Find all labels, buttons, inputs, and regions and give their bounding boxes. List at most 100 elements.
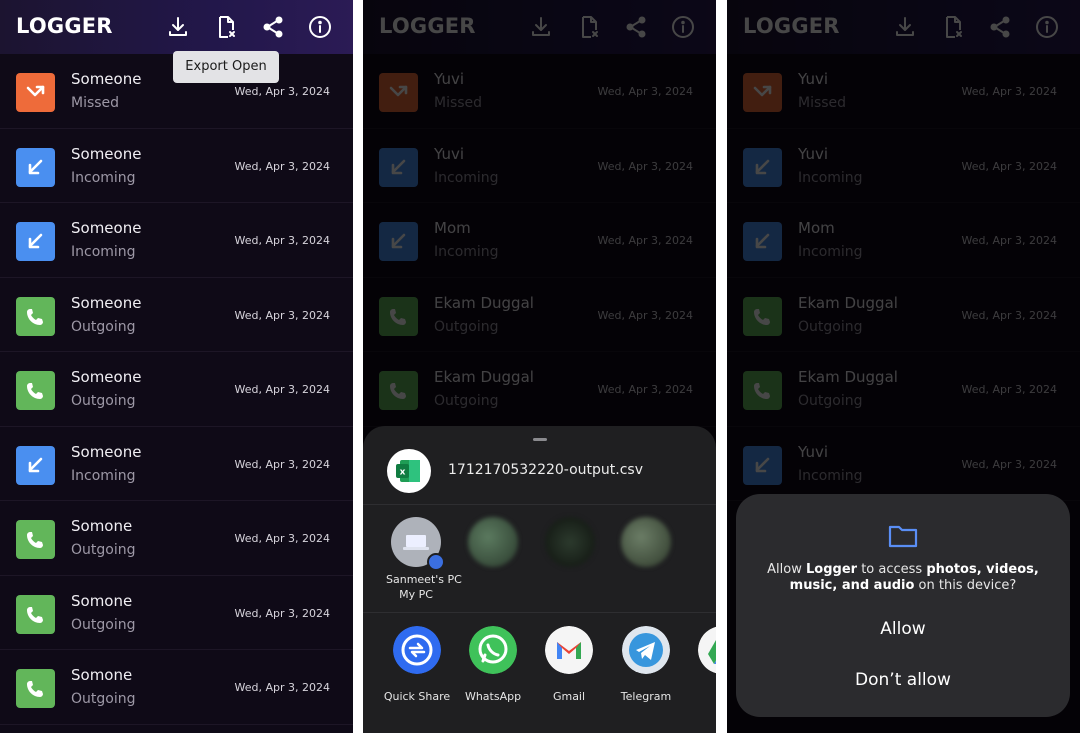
contact-name: Somone xyxy=(71,591,133,610)
call-type: Outgoing xyxy=(71,542,136,558)
app-label: Gmail xyxy=(552,690,586,703)
export-open-tooltip: Export Open xyxy=(173,51,279,83)
call-log-row[interactable]: Someone Outgoing Wed, Apr 3, 2024 xyxy=(0,352,353,427)
share-app-drive[interactable]: D xyxy=(687,626,716,703)
call-log-row[interactable]: Someone Outgoing Wed, Apr 3, 2024 xyxy=(0,278,353,352)
divider xyxy=(363,612,716,613)
contact-avatar xyxy=(621,517,671,567)
call-date: Wed, Apr 3, 2024 xyxy=(234,457,331,471)
incoming-call-icon xyxy=(16,445,55,485)
share-icon[interactable] xyxy=(261,15,285,39)
outgoing-call-icon xyxy=(16,296,55,336)
allow-button[interactable]: Allow xyxy=(736,619,1070,639)
call-type: Outgoing xyxy=(71,318,136,335)
contact-avatar xyxy=(468,517,518,567)
nearby-device-subtitle: My PC xyxy=(399,588,433,601)
sync-badge-icon xyxy=(427,553,445,571)
call-type: Outgoing xyxy=(71,393,136,409)
call-date: Wed, Apr 3, 2024 xyxy=(234,606,331,620)
gmail-icon xyxy=(545,626,593,674)
call-date: Wed, Apr 3, 2024 xyxy=(234,159,331,173)
call-type: Outgoing xyxy=(71,691,136,707)
panel-gap xyxy=(353,0,363,733)
permission-message: Allow Logger to access photos, videos, m… xyxy=(754,562,1052,594)
contact-label-blurred xyxy=(463,572,523,587)
shared-file-name: 1712170532220-output.csv xyxy=(448,462,644,478)
logger-screen-permission: LOGGER YuviMissedWed, Apr 3, 2024YuviInc… xyxy=(727,0,1080,733)
call-type: Outgoing xyxy=(71,616,136,633)
call-type: Incoming xyxy=(71,244,136,260)
logger-screen-tooltip: LOGGER Export Open Someone Missed Wed, Apr… xyxy=(0,0,353,733)
direct-share-contact[interactable] xyxy=(540,517,600,587)
contact-name: Someone xyxy=(71,70,142,88)
share-app-whatsapp[interactable]: WhatsApp xyxy=(458,626,528,703)
missed-call-icon xyxy=(16,73,55,112)
contact-label-blurred xyxy=(616,572,676,587)
nearby-device-sanmeets-pc[interactable]: Sanmeet's PC My PC xyxy=(386,517,462,602)
svg-text:x: x xyxy=(400,468,406,478)
divider xyxy=(363,504,716,505)
panel-gap xyxy=(716,0,727,733)
msg-text: Allow xyxy=(767,562,806,577)
call-type: Missed xyxy=(71,95,120,111)
contact-name: Someone xyxy=(71,144,142,163)
call-date: Wed, Apr 3, 2024 xyxy=(234,383,331,396)
incoming-call-icon xyxy=(16,222,55,261)
msg-text: on this device? xyxy=(914,578,1017,593)
share-sheet: x 1712170532220-output.csv Sanmeet's PC … xyxy=(363,426,716,733)
download-icon[interactable] xyxy=(166,15,190,39)
permission-dialog: Allow Logger to access photos, videos, m… xyxy=(736,494,1070,717)
info-icon[interactable] xyxy=(308,15,332,39)
contact-label-blurred xyxy=(540,572,600,587)
dont-allow-button[interactable]: Don’t allow xyxy=(736,670,1070,690)
call-type: Incoming xyxy=(71,467,136,484)
contact-name: Someone xyxy=(71,293,142,312)
contact-name: Someone xyxy=(71,219,142,237)
call-date: Wed, Apr 3, 2024 xyxy=(234,681,331,694)
contact-name: Someone xyxy=(71,442,142,461)
app-label: Quick Share xyxy=(383,690,451,703)
logger-screen-share: LOGGER YuviMissedWed, Apr 3, 2024YuviInc… xyxy=(363,0,716,733)
sheet-drag-handle[interactable] xyxy=(533,438,547,441)
share-app-quick-share[interactable]: Quick Share xyxy=(382,626,452,703)
call-date: Wed, Apr 3, 2024 xyxy=(234,234,331,247)
app-label: D xyxy=(687,690,716,703)
outgoing-call-icon xyxy=(16,594,55,634)
app-label: WhatsApp xyxy=(464,690,522,703)
app-label: Telegram xyxy=(620,690,672,703)
file-export-icon[interactable] xyxy=(214,15,238,39)
outgoing-call-icon xyxy=(16,371,55,410)
nearby-device-name: Sanmeet's PC xyxy=(386,573,462,586)
msg-text: to access xyxy=(857,562,927,577)
laptop-icon xyxy=(391,517,445,571)
drive-icon xyxy=(698,626,716,674)
call-date: Wed, Apr 3, 2024 xyxy=(234,85,331,98)
call-log-list: Someone Missed Wed, Apr 3, 2024 Someone Inco… xyxy=(0,54,353,725)
direct-share-contact[interactable] xyxy=(463,517,523,587)
telegram-icon xyxy=(622,626,670,674)
contact-avatar xyxy=(545,517,595,567)
quick-share-icon xyxy=(393,626,441,674)
msg-app-name: Logger xyxy=(806,562,858,577)
incoming-call-icon xyxy=(16,147,55,187)
call-log-row[interactable]: Somone Outgoing Wed, Apr 3, 2024 xyxy=(0,650,353,725)
call-log-row[interactable]: Somone Outgoing Wed, Apr 3, 2024 xyxy=(0,501,353,576)
call-date: Wed, Apr 3, 2024 xyxy=(234,532,331,545)
call-log-row[interactable]: Somone Outgoing Wed, Apr 3, 2024 xyxy=(0,576,353,650)
call-log-row[interactable]: Someone Incoming Wed, Apr 3, 2024 xyxy=(0,129,353,203)
direct-share-contact[interactable] xyxy=(616,517,676,587)
contact-name: Someone xyxy=(71,368,142,386)
whatsapp-icon xyxy=(469,626,517,674)
share-app-telegram[interactable]: Telegram xyxy=(611,626,681,703)
app-bar: LOGGER xyxy=(0,0,353,54)
call-date: Wed, Apr 3, 2024 xyxy=(234,308,331,322)
share-app-gmail[interactable]: Gmail xyxy=(534,626,604,703)
folder-icon xyxy=(887,523,919,549)
call-log-row[interactable]: Someone Incoming Wed, Apr 3, 2024 xyxy=(0,427,353,501)
contact-name: Somone xyxy=(71,517,133,535)
call-log-row[interactable]: Someone Incoming Wed, Apr 3, 2024 xyxy=(0,203,353,278)
excel-file-icon: x xyxy=(387,449,431,493)
contact-name: Somone xyxy=(71,666,133,684)
outgoing-call-icon xyxy=(16,669,55,708)
app-title: LOGGER xyxy=(16,14,113,38)
